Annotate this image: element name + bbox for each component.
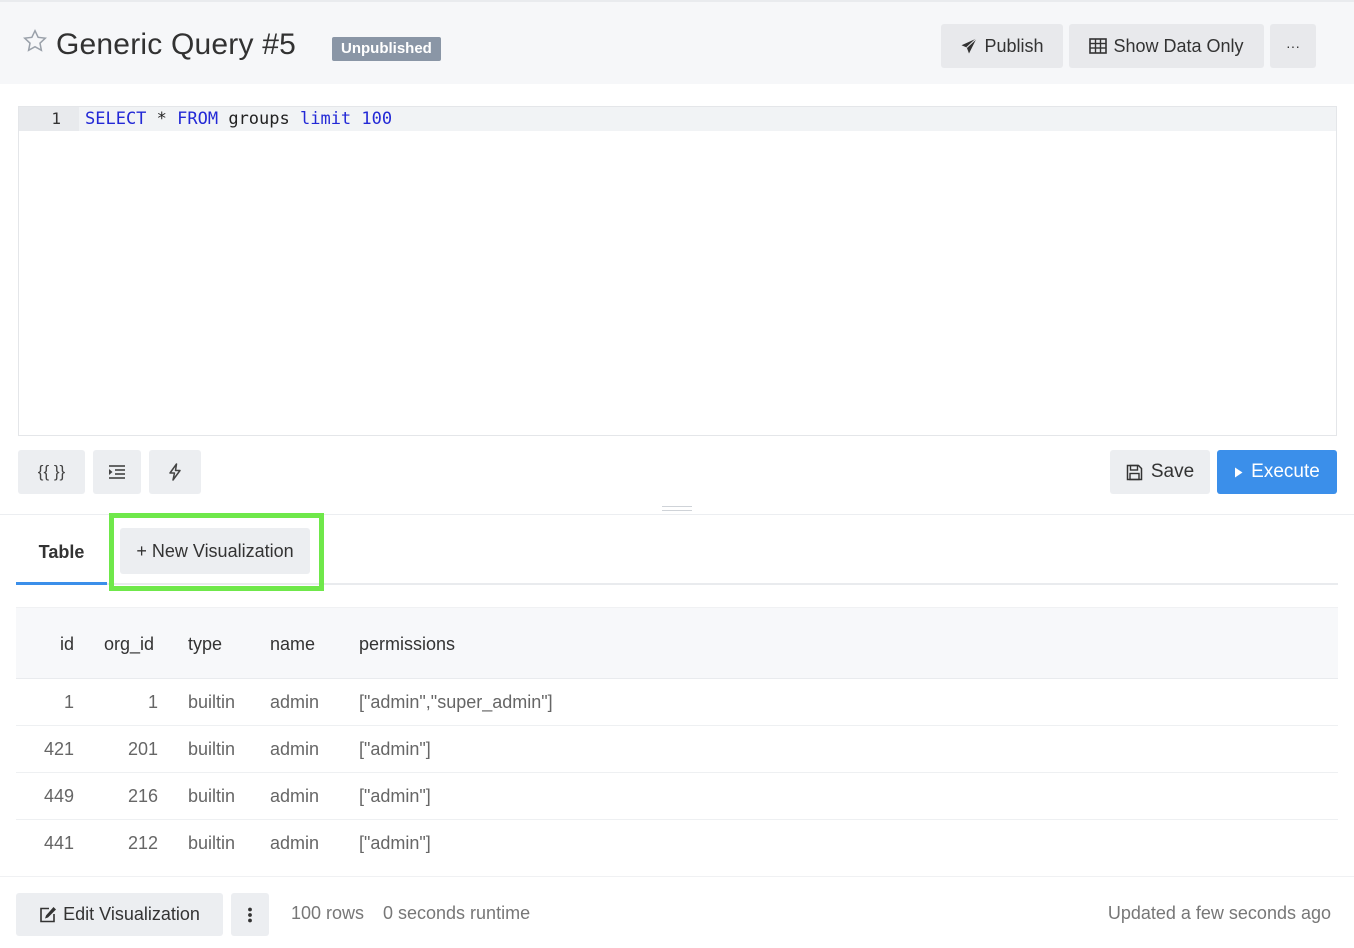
- query-code[interactable]: SELECT * FROM groups limit 100: [85, 107, 392, 131]
- updated-timestamp: Updated a few seconds ago: [1107, 903, 1331, 923]
- show-data-only-label: Show Data Only: [1113, 35, 1244, 56]
- cell-id: 441: [43, 833, 74, 853]
- query-editor[interactable]: 1 SELECT * FROM groups limit 100: [18, 106, 1337, 436]
- add-parameter-button[interactable]: {{ }}: [18, 450, 85, 494]
- cell-org-id: 212: [127, 833, 158, 853]
- execute-label: Execute: [1251, 461, 1320, 482]
- cell-id: 421: [43, 739, 74, 759]
- edit-icon: [40, 907, 57, 923]
- keyword-from: FROM: [177, 109, 219, 129]
- query-header: Generic Query #5 Unpublished Publish Sho…: [0, 0, 1354, 84]
- cell-id: 1: [63, 692, 74, 712]
- cell-type: builtin: [188, 833, 236, 853]
- cell-name: admin: [270, 833, 320, 853]
- page-title[interactable]: Generic Query #5: [56, 28, 296, 62]
- edit-visualization-label: Edit Visualization: [63, 904, 200, 924]
- lightning-icon: [169, 463, 181, 481]
- keyword-select: SELECT: [85, 109, 147, 129]
- publish-button[interactable]: Publish: [941, 24, 1063, 68]
- floppy-disk-icon: [1126, 464, 1143, 480]
- cell-permissions: ["admin"]: [359, 739, 431, 759]
- table-identifier: groups: [218, 109, 300, 129]
- cell-org-id: 1: [147, 692, 158, 712]
- save-label: Save: [1150, 461, 1195, 482]
- paper-plane-icon: [961, 38, 978, 54]
- cell-id: 449: [43, 786, 74, 806]
- column-header-type[interactable]: type: [188, 608, 222, 680]
- results-table: id org_id type name permissions 1 1 buil…: [16, 607, 1338, 855]
- cell-type: builtin: [188, 786, 236, 806]
- table-row: 441 212 builtin admin ["admin"]: [16, 820, 1338, 855]
- resize-handle[interactable]: [662, 506, 692, 511]
- play-icon: [1235, 467, 1243, 477]
- column-header-name[interactable]: name: [270, 608, 315, 680]
- cell-name: admin: [270, 739, 320, 759]
- cell-name: admin: [270, 786, 320, 806]
- status-badge: Unpublished: [332, 37, 441, 61]
- show-data-only-button[interactable]: Show Data Only: [1069, 24, 1264, 68]
- cell-permissions: ["admin","super_admin"]: [359, 692, 553, 712]
- operator: *: [146, 109, 178, 129]
- format-query-button[interactable]: [93, 450, 141, 494]
- column-header-permissions[interactable]: permissions: [359, 608, 455, 680]
- visualization-menu-button[interactable]: [231, 893, 269, 936]
- runtime: 0 seconds runtime: [383, 903, 531, 923]
- cell-permissions: ["admin"]: [359, 786, 431, 806]
- cell-type: builtin: [188, 739, 236, 759]
- indent-icon: [109, 465, 125, 479]
- cell-name: admin: [270, 692, 320, 712]
- table-header: id org_id type name permissions: [16, 607, 1338, 679]
- parameter-braces-icon: {{ }}: [37, 462, 66, 481]
- edit-visualization-button[interactable]: Edit Visualization: [16, 893, 223, 936]
- table-row: 421 201 builtin admin ["admin"]: [16, 726, 1338, 773]
- new-visualization-button[interactable]: + New Visualization: [120, 528, 310, 574]
- save-button[interactable]: Save: [1110, 450, 1210, 494]
- row-count: 100 rows: [291, 903, 365, 923]
- autocomplete-button[interactable]: [149, 450, 201, 494]
- limit-number: 100: [361, 109, 393, 129]
- line-number: 1: [19, 107, 79, 131]
- column-header-id[interactable]: id: [36, 608, 74, 680]
- execute-button[interactable]: Execute: [1217, 450, 1337, 494]
- cell-org-id: 216: [127, 786, 158, 806]
- tab-table[interactable]: Table: [16, 530, 107, 585]
- ellipsis-icon: ···: [1286, 38, 1300, 54]
- cell-permissions: ["admin"]: [359, 833, 431, 853]
- column-header-org-id[interactable]: org_id: [104, 608, 154, 680]
- vertical-ellipsis-icon: [248, 907, 252, 922]
- table-icon: [1089, 38, 1108, 54]
- cell-org-id: 201: [127, 739, 158, 759]
- table-row: 449 216 builtin admin ["admin"]: [16, 773, 1338, 820]
- more-options-button[interactable]: ···: [1270, 24, 1316, 68]
- cell-type: builtin: [188, 692, 236, 712]
- table-row: 1 1 builtin admin ["admin","super_admin"…: [16, 679, 1338, 726]
- publish-label: Publish: [984, 35, 1044, 56]
- keyword-limit: limit: [299, 109, 352, 129]
- star-icon[interactable]: [22, 28, 48, 54]
